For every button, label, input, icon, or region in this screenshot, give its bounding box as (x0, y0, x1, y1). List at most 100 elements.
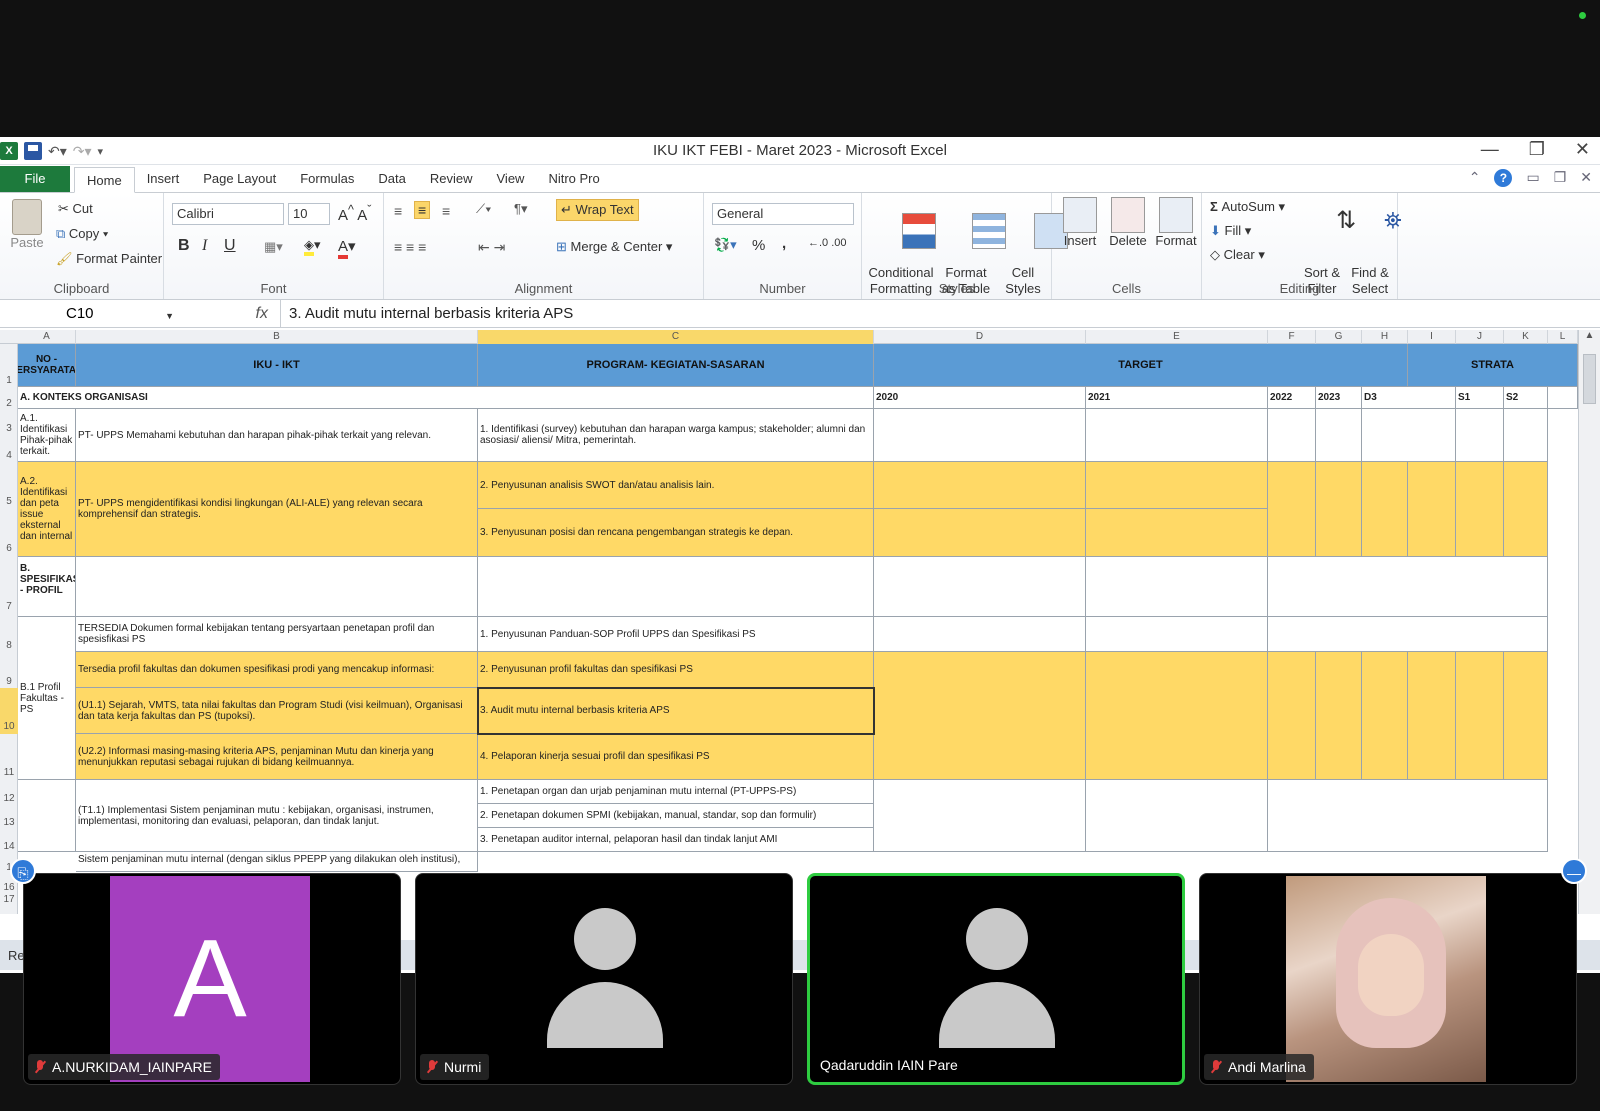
row-header[interactable]: 6 (0, 509, 18, 557)
cell[interactable] (1086, 780, 1268, 852)
grow-font-icon[interactable]: A^ Aˇ (338, 203, 371, 224)
row-header[interactable]: 17 (0, 894, 18, 906)
participant-tile-2[interactable]: Nurmi (415, 873, 793, 1085)
tab-review[interactable]: Review (418, 166, 485, 192)
collapse-ribbon-icon[interactable]: ⌃ (1469, 169, 1481, 187)
col-header[interactable]: J (1456, 330, 1504, 344)
format-as-table-button[interactable]: Format as Table (936, 197, 1007, 329)
cell[interactable] (1268, 617, 1548, 652)
borders-icon[interactable]: ▦▾ (264, 239, 283, 255)
cell[interactable] (76, 557, 478, 617)
comma-button[interactable]: , (782, 235, 786, 252)
row-header[interactable]: 12 (0, 780, 18, 804)
cell[interactable] (1408, 462, 1456, 557)
cell[interactable] (1548, 387, 1578, 409)
row-header[interactable]: 10 (0, 688, 18, 734)
header-strata[interactable]: STRATA (1408, 344, 1578, 387)
tab-data[interactable]: Data (366, 166, 417, 192)
col-header[interactable]: B (76, 330, 478, 344)
row-header[interactable]: 2 (0, 387, 18, 409)
fx-icon[interactable]: fx (180, 305, 280, 323)
row-header[interactable]: 1 (0, 344, 18, 387)
cell[interactable] (1086, 462, 1268, 509)
bottom-align-icon[interactable]: ≡ (442, 203, 450, 219)
cell[interactable] (1086, 617, 1268, 652)
cell[interactable] (1504, 409, 1548, 462)
delete-cells-button[interactable]: Delete (1106, 197, 1150, 249)
decimal-icon[interactable]: ←.0 .00 (808, 237, 847, 249)
cell[interactable] (1362, 652, 1408, 780)
minimize-gallery-icon[interactable]: — (1561, 858, 1587, 884)
r11-program[interactable]: 4. Pelaporan kinerja sesuai profil dan s… (478, 734, 874, 780)
section-a-label[interactable]: A. KONTEKS ORGANISASI (18, 387, 478, 409)
row-header[interactable]: 4 (0, 436, 18, 462)
bold-button[interactable]: B (178, 237, 190, 255)
cell-styles-button[interactable]: Cell Styles (998, 197, 1069, 329)
cell[interactable] (1268, 780, 1548, 852)
a2-iku[interactable]: PT- UPPS mengidentifikasi kondisi lingku… (76, 462, 478, 557)
cell[interactable] (874, 409, 1086, 462)
cell[interactable] (874, 557, 1086, 617)
cell[interactable] (1456, 409, 1504, 462)
section-b-label[interactable]: B. SPESIFIKASI - PROFIL (18, 557, 76, 617)
top-align-icon[interactable]: ≡ (394, 203, 402, 219)
fill-color-icon[interactable]: ◈▾ (304, 237, 321, 256)
underline-button[interactable]: U (224, 237, 236, 255)
header-no-persyaratan[interactable]: NO - PERSYARATAN (18, 344, 76, 387)
format-painter-button[interactable]: 🖌 Format Painter (56, 251, 162, 267)
row-header[interactable]: 3 (0, 409, 18, 436)
sort-filter-button[interactable]: ⇅ Sort & Filter (1300, 197, 1356, 329)
wrap-text-button[interactable]: ↵ Wrap Text (556, 199, 639, 221)
row-header[interactable]: 7 (0, 557, 18, 617)
workbook-close-icon[interactable]: ✕ (1580, 169, 1592, 187)
header-iku-ikt[interactable]: IKU - IKT (76, 344, 478, 387)
close-icon[interactable]: ✕ (1575, 139, 1590, 160)
a1-iku[interactable]: PT- UPPS Memahami kebutuhan dan harapan … (76, 409, 478, 462)
strata-d3[interactable]: D3 (1362, 387, 1456, 409)
r12-iku[interactable]: (T1.1) Implementasi Sistem penjaminan mu… (76, 780, 478, 852)
clear-button[interactable]: ◇ Clear ▾ (1210, 247, 1265, 263)
col-header[interactable]: H (1362, 330, 1408, 344)
restore-icon[interactable]: ❐ (1529, 139, 1545, 160)
tab-file[interactable]: File (0, 166, 70, 192)
strata-s2[interactable]: S2 (1504, 387, 1548, 409)
cell[interactable] (1268, 462, 1316, 557)
tab-page-layout[interactable]: Page Layout (191, 166, 288, 192)
a1-program[interactable]: 1. Identifikasi (survey) kebutuhan dan h… (478, 409, 874, 462)
paste-button[interactable]: Paste (8, 199, 46, 251)
r9-iku[interactable]: Tersedia profil fakultas dan dokumen spe… (76, 652, 478, 688)
cell[interactable] (874, 617, 1086, 652)
a2-label[interactable]: A.2. Identifikasi dan peta issue ekstern… (18, 462, 76, 557)
r11-iku[interactable]: (U2.2) Informasi masing-masing kriteria … (76, 734, 478, 780)
scroll-thumb[interactable] (1583, 354, 1596, 404)
col-header[interactable]: L (1548, 330, 1578, 344)
cell[interactable] (1268, 557, 1548, 617)
cell[interactable] (1362, 409, 1456, 462)
r13-program[interactable]: 2. Penetapan dokumen SPMI (kebijakan, ma… (478, 804, 874, 828)
participant-tile-3-active-speaker[interactable]: Qadaruddin IAIN Pare (807, 873, 1185, 1085)
indent-icon[interactable]: ⇤ ⇥ (478, 239, 505, 256)
align-left-icon[interactable]: ≡ ≡ ≡ (394, 239, 426, 255)
cell[interactable] (874, 652, 1086, 780)
middle-align-icon[interactable]: ≡ (414, 201, 431, 219)
row-header[interactable]: 9 (0, 652, 18, 688)
insert-cells-button[interactable]: Insert (1058, 197, 1102, 249)
tab-nitro-pro[interactable]: Nitro Pro (536, 166, 611, 192)
year-2023[interactable]: 2023 (1316, 387, 1362, 409)
name-box[interactable]: C10 (0, 302, 180, 328)
strata-s1[interactable]: S1 (1456, 387, 1504, 409)
format-cells-button[interactable]: Format (1154, 197, 1198, 249)
b1-label[interactable]: B.1 Profil Fakultas - PS (18, 617, 76, 780)
r8-program[interactable]: 1. Penyusunan Panduan-SOP Profil UPPS da… (478, 617, 874, 652)
row-header[interactable]: 5 (0, 462, 18, 509)
r12-program[interactable]: 1. Penetapan organ dan urjab penjaminan … (478, 780, 874, 804)
cell[interactable] (874, 509, 1086, 557)
scroll-up-icon[interactable]: ▲ (1579, 330, 1600, 341)
tab-insert[interactable]: Insert (135, 166, 192, 192)
year-2022[interactable]: 2022 (1268, 387, 1316, 409)
autosum-button[interactable]: Σ AutoSum ▾ (1210, 199, 1285, 215)
r9-program[interactable]: 2. Penyusunan profil fakultas dan spesif… (478, 652, 874, 688)
cell[interactable] (1456, 652, 1504, 780)
row-header[interactable]: 14 (0, 828, 18, 852)
cell[interactable] (1456, 462, 1504, 557)
